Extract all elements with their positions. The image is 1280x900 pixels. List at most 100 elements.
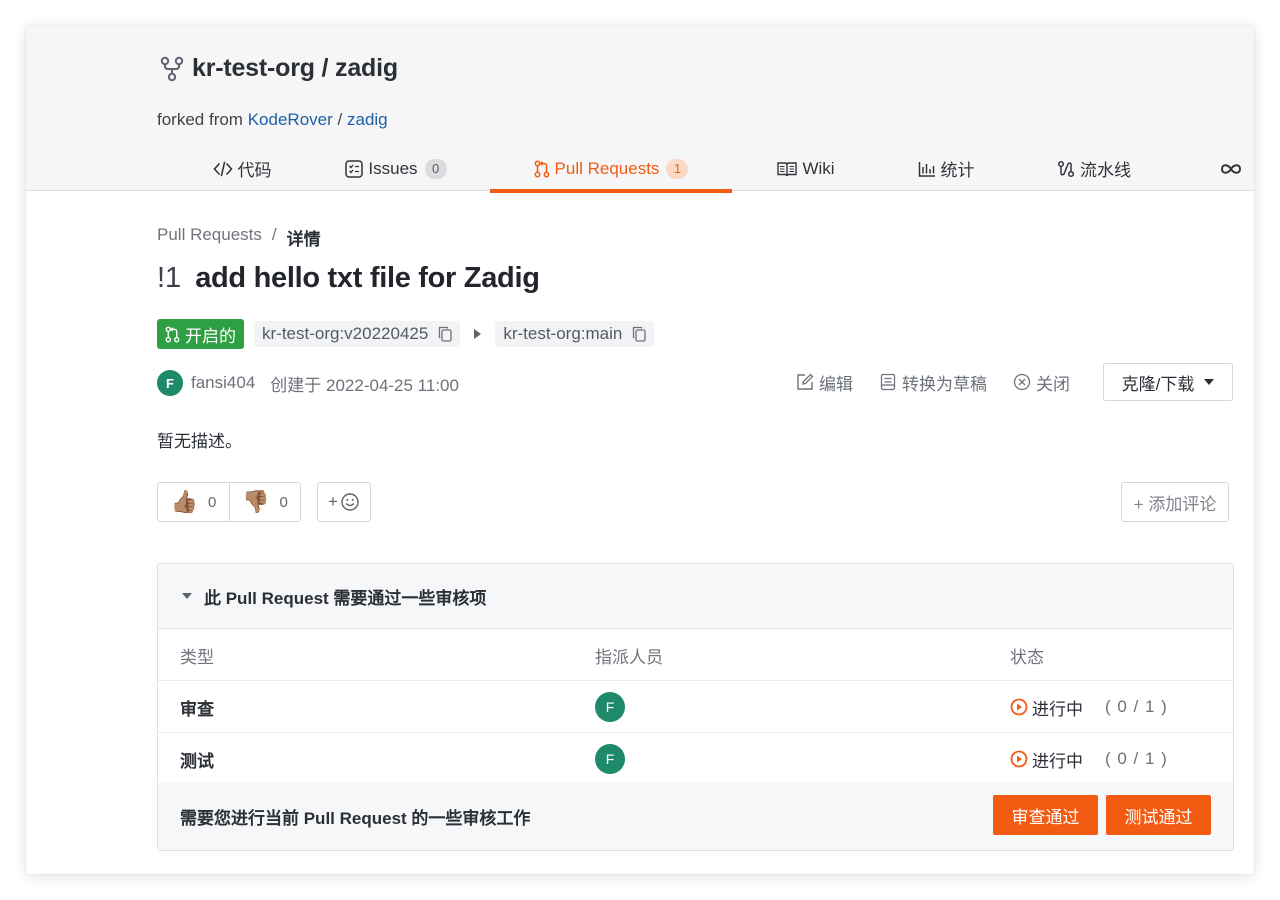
close-label: 关闭 <box>1036 374 1070 394</box>
tab-issues[interactable]: Issues 0 <box>336 146 456 191</box>
collapse-caret-icon[interactable] <box>182 593 192 599</box>
review-footer: 需要您进行当前 Pull Request 的一些审核工作 审查通过 测试通过 <box>158 782 1233 850</box>
fork-icon <box>160 56 184 81</box>
tab-wiki[interactable]: Wiki <box>766 146 846 191</box>
review-state: 进行中 ( 0 / 1 ) <box>1010 733 1168 785</box>
issues-count-badge: 0 <box>424 158 447 179</box>
copy-icon[interactable] <box>438 326 452 342</box>
tab-code-label: 代码 <box>237 161 272 180</box>
review-footer-text: 需要您进行当前 Pull Request 的一些审核工作 <box>180 808 531 828</box>
forked-prefix: forked from <box>157 110 243 129</box>
tab-wiki-label: Wiki <box>802 158 835 178</box>
pr-status-row: 开启的 kr-test-org:v20220425 kr-test-org:ma… <box>157 319 655 349</box>
repo-header: kr-test-org / zadig forked from KodeRove… <box>26 26 1254 193</box>
tab-code[interactable]: 代码 <box>196 146 288 191</box>
add-comment-button[interactable]: + 添加评论 <box>1121 482 1229 522</box>
tab-pull-requests-label: Pull Requests <box>554 158 660 178</box>
avatar[interactable]: F <box>595 692 625 722</box>
book-icon <box>777 161 798 176</box>
avatar[interactable]: F <box>157 370 183 396</box>
status-badge: 开启的 <box>157 319 244 349</box>
bar-chart-icon <box>918 161 935 177</box>
tab-pipeline-label: 流水线 <box>1080 161 1131 180</box>
state-count: ( 0 / 1 ) <box>1105 697 1168 716</box>
source-branch-label: kr-test-org:v20220425 <box>262 324 429 343</box>
smiley-icon <box>341 493 359 511</box>
pull-requests-count-badge: 1 <box>666 158 689 179</box>
state-label: 进行中 <box>1032 751 1083 771</box>
edit-icon <box>797 373 814 390</box>
close-pr-button[interactable]: 关闭 <box>1013 370 1070 395</box>
column-state: 状态 <box>1010 647 1044 667</box>
author-row: F fansi404 创建于 2022-04-25 11:00 <box>157 370 459 396</box>
review-panel-header[interactable]: 此 Pull Request 需要通过一些审核项 <box>158 564 1233 629</box>
forked-from: forked from KodeRover / zadig <box>157 110 388 130</box>
thumbs-up-button[interactable]: 👍🏽 0 <box>158 483 229 521</box>
target-branch-label: kr-test-org:main <box>503 324 623 343</box>
forked-repo-link[interactable]: zadig <box>347 110 388 129</box>
breadcrumb-sep: / <box>271 225 277 244</box>
pull-request-icon <box>165 326 180 342</box>
column-type: 类型 <box>180 647 214 667</box>
app-window: kr-test-org / zadig forked from KodeRove… <box>26 26 1254 874</box>
draft-label: 转换为草稿 <box>902 374 987 394</box>
forked-owner-link[interactable]: KodeRover <box>248 110 333 129</box>
author-name[interactable]: fansi404 <box>191 373 255 393</box>
edit-button[interactable]: 编辑 <box>796 370 853 395</box>
reactions-bar: 👍🏽 0 👎🏽 0 + <box>157 482 371 522</box>
created-time: 创建于 2022-04-25 11:00 <box>270 375 459 395</box>
repo-tabs: 代码 Issues 0 Pull Requests 1 Wiki 统计 流水线 <box>26 146 1254 193</box>
clone-download-button[interactable]: 克隆/下载 <box>1103 363 1233 401</box>
thumbs-down-button[interactable]: 👎🏽 0 <box>229 483 300 521</box>
tab-more[interactable] <box>1216 146 1250 191</box>
approve-review-button[interactable]: 审查通过 <box>993 795 1098 835</box>
add-reaction-button[interactable]: + <box>317 482 371 522</box>
pr-title: add hello txt file for Zadig <box>195 262 540 294</box>
pipeline-icon <box>1057 160 1075 177</box>
tab-pull-requests[interactable]: Pull Requests 1 <box>490 146 732 193</box>
in-progress-icon <box>1010 750 1028 768</box>
merge-arrow-icon <box>474 329 482 339</box>
column-assignee: 指派人员 <box>595 647 663 667</box>
draft-icon <box>880 373 896 391</box>
review-panel: 此 Pull Request 需要通过一些审核项 类型 指派人员 状态 审查 F… <box>157 563 1234 851</box>
repo-name[interactable]: kr-test-org / zadig <box>192 54 398 83</box>
review-table-header: 类型 指派人员 状态 <box>158 629 1233 681</box>
in-progress-icon <box>1010 698 1028 716</box>
avatar[interactable]: F <box>595 744 625 774</box>
pr-number: !1 <box>157 262 182 294</box>
tab-stats-label: 统计 <box>940 161 975 180</box>
tab-pipeline[interactable]: 流水线 <box>1048 146 1140 191</box>
approve-test-button[interactable]: 测试通过 <box>1106 795 1211 835</box>
thumbs-down-icon: 👎🏽 <box>242 489 270 514</box>
repo-title: kr-test-org / zadig <box>160 54 398 83</box>
reaction-group: 👍🏽 0 👎🏽 0 <box>157 482 301 522</box>
pr-description: 暂无描述。 <box>157 432 242 451</box>
table-row: 审查 F 进行中 ( 0 / 1 ) <box>158 681 1233 733</box>
state-count: ( 0 / 1 ) <box>1105 749 1168 768</box>
convert-draft-button[interactable]: 转换为草稿 <box>879 370 987 395</box>
target-branch: kr-test-org:main <box>495 321 655 347</box>
thumbs-up-count: 0 <box>208 493 217 511</box>
issues-icon <box>345 159 364 178</box>
pr-actions: 编辑 转换为草稿 关闭 <box>796 363 1096 401</box>
pull-request-icon <box>534 160 549 177</box>
breadcrumb-parent[interactable]: Pull Requests <box>157 225 262 250</box>
tab-issues-label: Issues <box>368 158 418 178</box>
thumbs-down-count: 0 <box>279 493 288 511</box>
edit-label: 编辑 <box>819 374 853 394</box>
status-label: 开启的 <box>185 326 236 346</box>
tab-stats[interactable]: 统计 <box>906 146 986 191</box>
thumbs-up-icon: 👍🏽 <box>170 489 199 514</box>
clone-label: 克隆/下载 <box>1121 374 1195 394</box>
review-state: 进行中 ( 0 / 1 ) <box>1010 681 1168 733</box>
caret-down-icon <box>1204 379 1215 385</box>
review-type: 审查 <box>180 699 214 719</box>
state-label: 进行中 <box>1032 699 1083 719</box>
table-row: 测试 F 进行中 ( 0 / 1 ) <box>158 733 1233 785</box>
code-icon <box>212 161 233 176</box>
forked-sep: / <box>337 110 343 129</box>
copy-icon[interactable] <box>632 326 647 342</box>
breadcrumb-current: 详情 <box>286 230 321 249</box>
review-type: 测试 <box>180 751 214 771</box>
